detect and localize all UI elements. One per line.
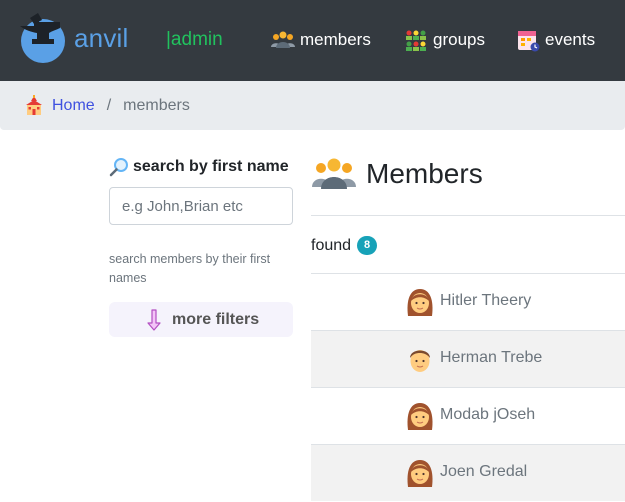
breadcrumb-home-link[interactable]: Home <box>52 97 95 115</box>
more-filters-button[interactable]: more filters <box>109 302 293 337</box>
nav-events[interactable]: events <box>516 28 595 52</box>
people-group-icon <box>271 31 295 48</box>
member-name[interactable]: Joen Gredal <box>440 463 527 481</box>
home-icon <box>26 94 42 115</box>
admin-label[interactable]: |admin <box>166 29 223 51</box>
breadcrumb-current: members <box>123 96 190 114</box>
brand-link[interactable]: anvil <box>16 12 128 64</box>
woman-icon <box>407 289 433 316</box>
breadcrumb-separator: / <box>106 96 112 114</box>
breadcrumb: Home / members <box>0 81 625 130</box>
nav-members-label: members <box>300 30 371 49</box>
nav-groups-label: groups <box>433 30 485 49</box>
member-row[interactable]: Herman Trebe <box>311 330 625 387</box>
member-row[interactable]: Joen Gredal <box>311 444 625 501</box>
first-name-search-input[interactable] <box>109 187 293 225</box>
nav-groups[interactable]: groups <box>404 28 485 52</box>
search-help-text: search members by their first names <box>109 252 271 285</box>
results-found: found 8 <box>311 236 378 255</box>
woman-icon <box>407 403 433 430</box>
member-row[interactable]: Modab jOseh <box>311 387 625 444</box>
anvil-logo-icon <box>20 13 65 63</box>
divider <box>311 215 625 216</box>
more-filters-label: more filters <box>172 310 260 328</box>
search-heading-label: search by first name <box>133 158 289 175</box>
member-name[interactable]: Modab jOseh <box>440 406 535 424</box>
man-icon <box>410 350 430 372</box>
count-badge: 8 <box>357 236 378 255</box>
found-label: found <box>311 236 352 254</box>
nav-events-label: events <box>545 30 596 49</box>
brand-name: anvil <box>74 22 129 53</box>
member-name[interactable]: Herman Trebe <box>440 349 542 367</box>
people-group-icon <box>312 158 356 189</box>
member-name[interactable]: Hitler Theery <box>440 292 531 310</box>
search-heading: search by first name <box>109 157 289 177</box>
group-network-icon <box>406 30 426 51</box>
arrow-down-icon <box>147 308 161 331</box>
calendar-event-icon <box>518 31 540 52</box>
woman-icon <box>407 460 433 487</box>
nav-members[interactable]: members <box>271 28 371 52</box>
member-row[interactable]: Hitler Theery <box>311 273 625 330</box>
members-heading: Members <box>312 157 483 191</box>
top-navbar: anvil |admin members groups events <box>0 0 625 81</box>
page-title: Members <box>366 158 483 189</box>
magnifier-icon <box>109 158 128 177</box>
